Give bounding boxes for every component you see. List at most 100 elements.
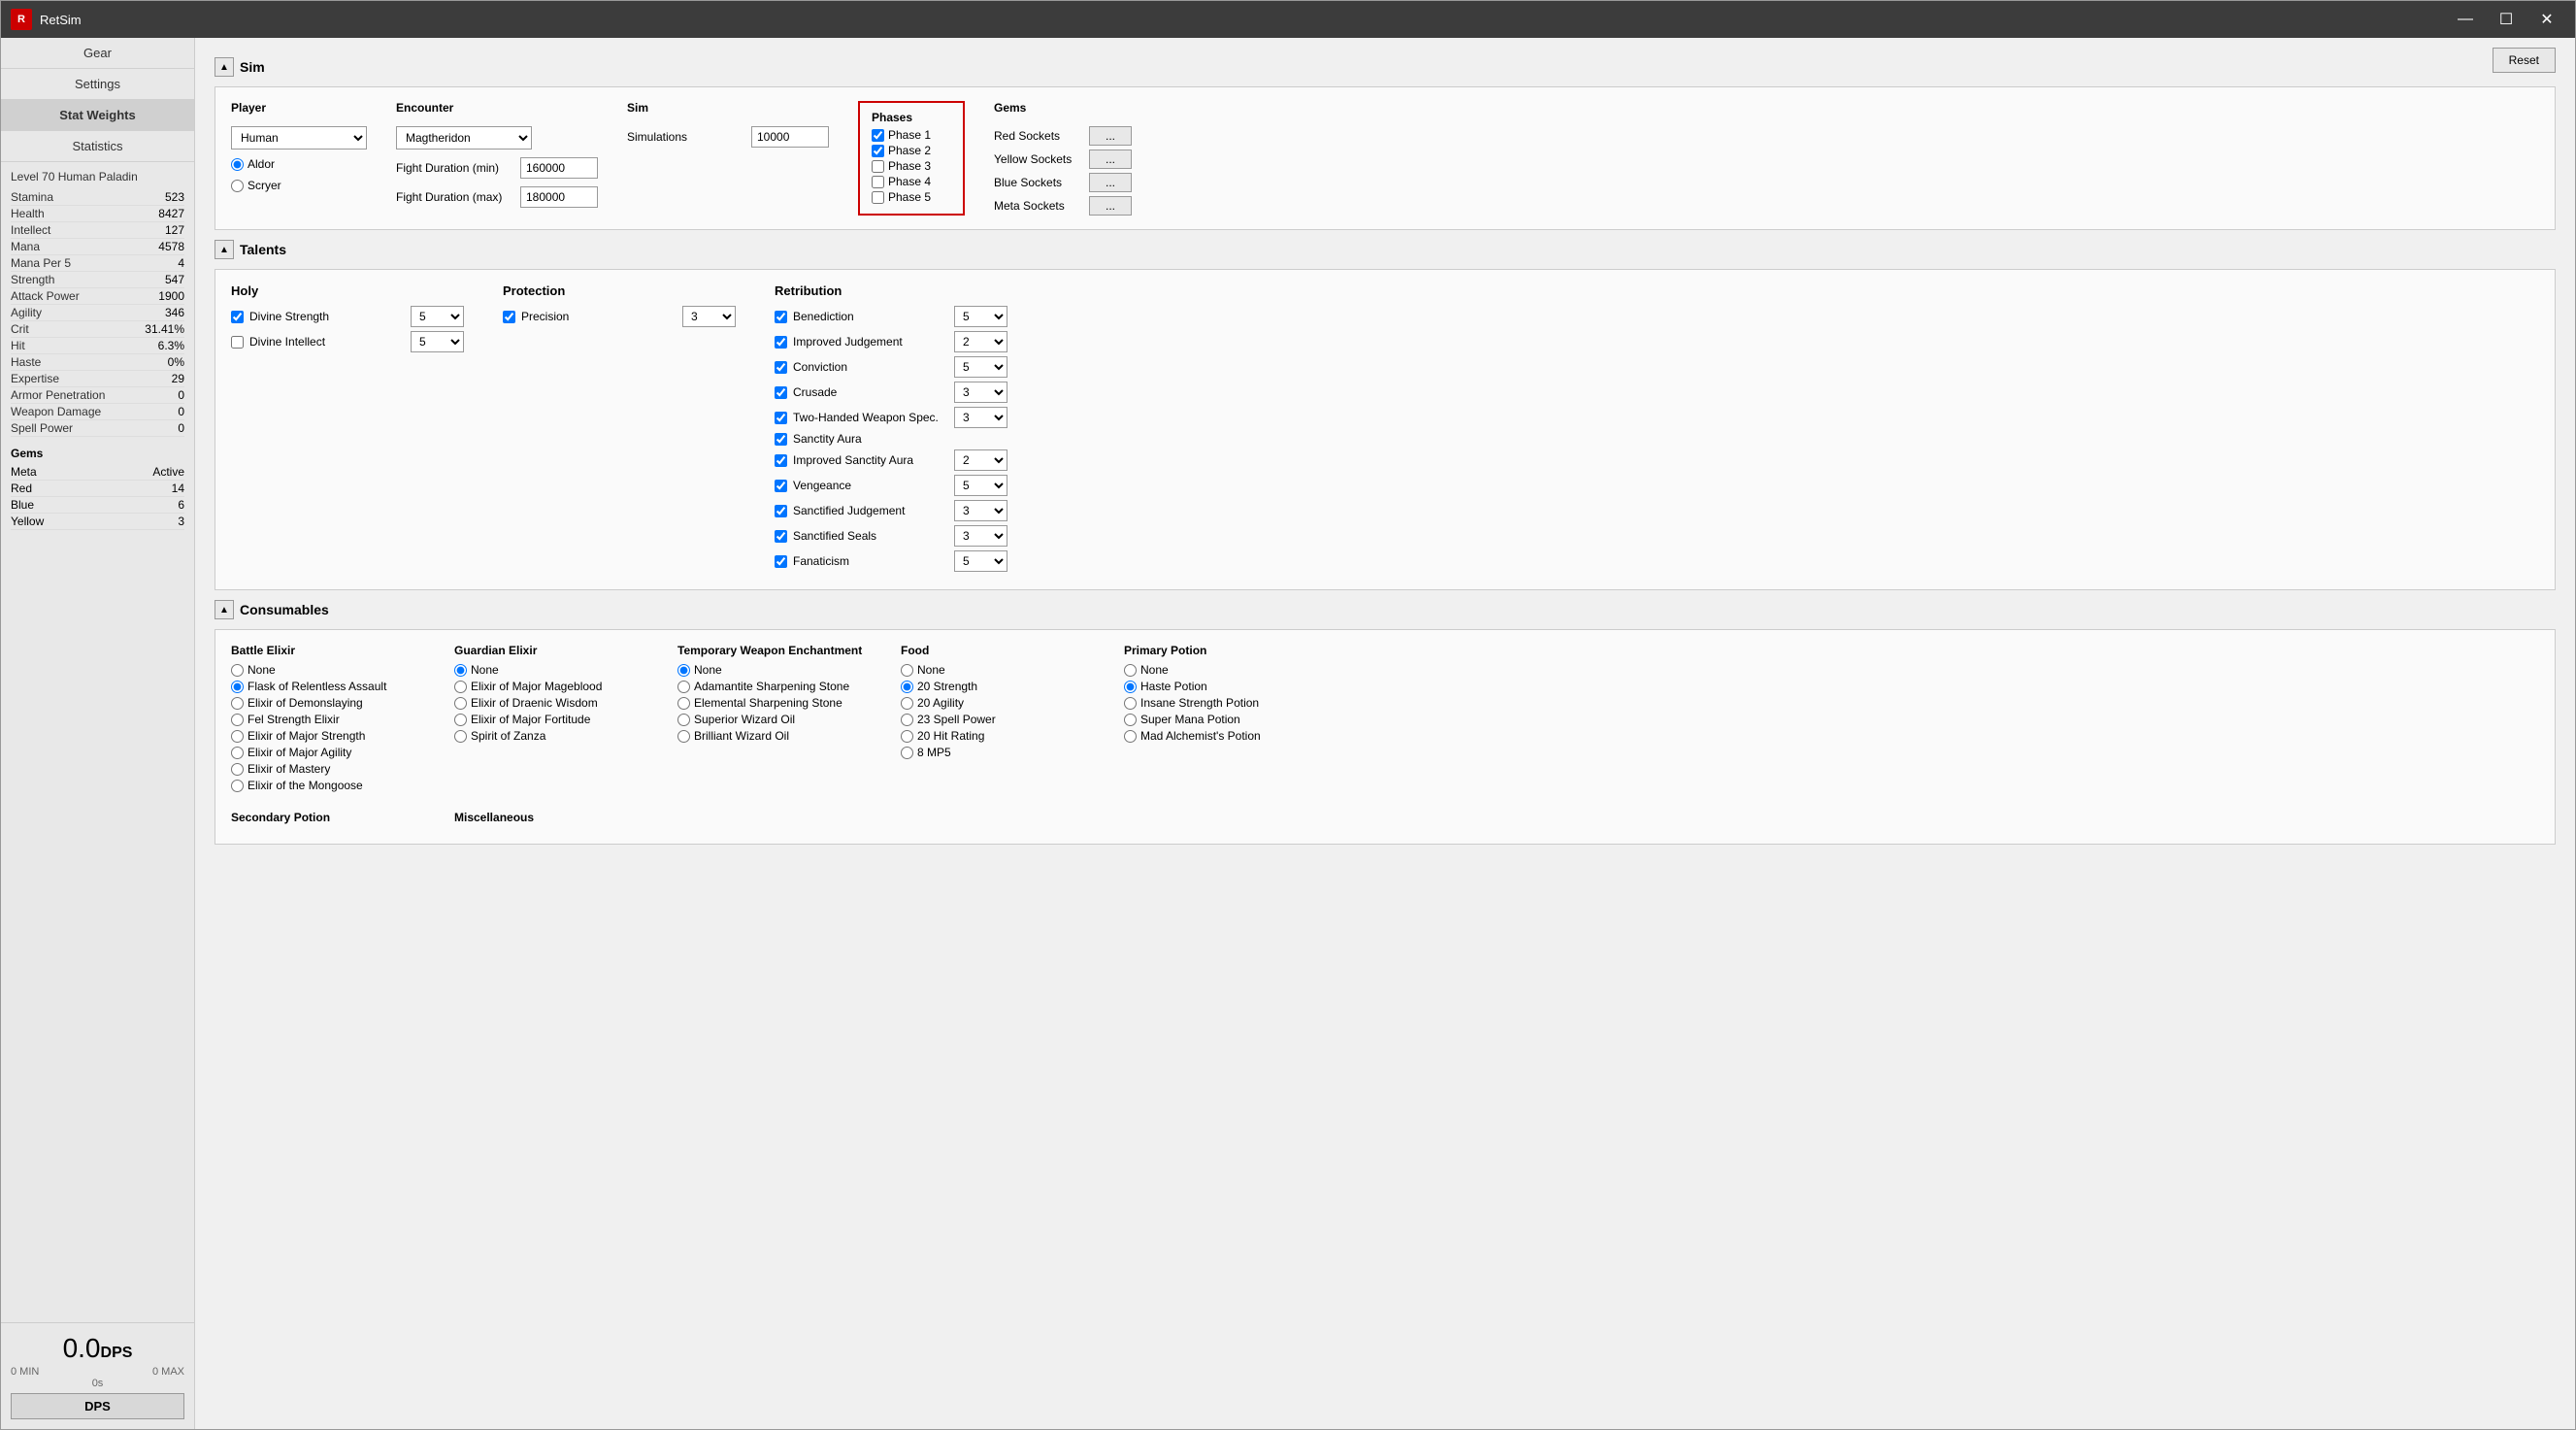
- fanaticism-checkbox[interactable]: [775, 555, 787, 568]
- crusade-select[interactable]: 312: [954, 382, 1007, 403]
- divine-strength-select[interactable]: 51234: [411, 306, 464, 327]
- talents-toggle[interactable]: ▲: [215, 240, 234, 259]
- sanctified-judgement-select[interactable]: 312: [954, 500, 1007, 521]
- elemental-sharpening-radio[interactable]: [677, 697, 690, 710]
- super-mana-potion-radio[interactable]: [1124, 714, 1137, 726]
- sidebar-item-settings[interactable]: Settings: [1, 69, 194, 100]
- adamantite-sharpening-radio[interactable]: [677, 681, 690, 693]
- meta-sockets-button[interactable]: ...: [1089, 196, 1132, 216]
- gem-meta-row: Meta Active: [11, 464, 184, 481]
- yellow-sockets-button[interactable]: ...: [1089, 150, 1132, 169]
- reset-button[interactable]: Reset: [2493, 48, 2556, 73]
- brilliant-wizard-oil-radio[interactable]: [677, 730, 690, 743]
- primary-potion-none-radio[interactable]: [1124, 664, 1137, 677]
- elixir-demonslaying-option: Elixir of Demonslaying: [231, 696, 425, 710]
- fight-duration-max-input[interactable]: [520, 186, 598, 208]
- two-handed-weapon-spec-checkbox[interactable]: [775, 412, 787, 424]
- food-title: Food: [901, 644, 1095, 657]
- insane-strength-potion-radio[interactable]: [1124, 697, 1137, 710]
- stat-strength: Strength 547: [11, 272, 184, 288]
- protection-title: Protection: [503, 283, 736, 298]
- elixir-major-strength-option: Elixir of Major Strength: [231, 729, 425, 743]
- divine-intellect-select[interactable]: 51234: [411, 331, 464, 352]
- maximize-button[interactable]: ☐: [2488, 6, 2525, 33]
- phase-5-checkbox[interactable]: [872, 191, 884, 204]
- minimize-button[interactable]: —: [2447, 6, 2484, 33]
- battle-elixir-group: Battle Elixir None Flask of Relentless A…: [231, 644, 425, 795]
- fel-strength-elixir-radio[interactable]: [231, 714, 244, 726]
- elixir-major-strength-radio[interactable]: [231, 730, 244, 743]
- food-20-hit-rating-radio[interactable]: [901, 730, 913, 743]
- divine-strength-checkbox[interactable]: [231, 311, 244, 323]
- close-button[interactable]: ✕: [2528, 6, 2565, 33]
- weapon-none-radio[interactable]: [677, 664, 690, 677]
- elixir-mongoose-radio[interactable]: [231, 780, 244, 792]
- stat-attack-power: Attack Power 1900: [11, 288, 184, 305]
- gem-yellow-row: Yellow 3: [11, 514, 184, 530]
- precision-select[interactable]: 312: [682, 306, 736, 327]
- crusade-checkbox[interactable]: [775, 386, 787, 399]
- flask-relentless-assault-radio[interactable]: [231, 681, 244, 693]
- benediction-checkbox[interactable]: [775, 311, 787, 323]
- phase-1-checkbox[interactable]: [872, 129, 884, 142]
- food-8-mp5-radio[interactable]: [901, 747, 913, 759]
- fanaticism-select[interactable]: 51234: [954, 550, 1007, 572]
- food-23-spell-power-radio[interactable]: [901, 714, 913, 726]
- precision-checkbox[interactable]: [503, 311, 515, 323]
- red-sockets-button[interactable]: ...: [1089, 126, 1132, 146]
- phase-2-checkbox[interactable]: [872, 145, 884, 157]
- stat-expertise: Expertise 29: [11, 371, 184, 387]
- sim-toggle[interactable]: ▲: [215, 57, 234, 77]
- elixir-draenic-wisdom-radio[interactable]: [454, 697, 467, 710]
- mad-alchemists-potion-radio[interactable]: [1124, 730, 1137, 743]
- elixir-demonslaying-radio[interactable]: [231, 697, 244, 710]
- consumables-toggle[interactable]: ▲: [215, 600, 234, 619]
- battle-none-radio[interactable]: [231, 664, 244, 677]
- food-20-agility-radio[interactable]: [901, 697, 913, 710]
- food-none-radio[interactable]: [901, 664, 913, 677]
- sidebar-item-statistics[interactable]: Statistics: [1, 131, 194, 162]
- elixir-mastery-radio[interactable]: [231, 763, 244, 776]
- vengeance-select[interactable]: 51234: [954, 475, 1007, 496]
- phase-3-checkbox[interactable]: [872, 160, 884, 173]
- elixir-major-mageblood-radio[interactable]: [454, 681, 467, 693]
- improved-sanctity-aura-checkbox[interactable]: [775, 454, 787, 467]
- talents-section-header: ▲ Talents: [215, 240, 2556, 259]
- sanctity-aura-checkbox[interactable]: [775, 433, 787, 446]
- vengeance-checkbox[interactable]: [775, 480, 787, 492]
- conviction-checkbox[interactable]: [775, 361, 787, 374]
- improved-judgement-checkbox[interactable]: [775, 336, 787, 349]
- aldor-radio[interactable]: [231, 158, 244, 171]
- sidebar-item-stat-weights[interactable]: Stat Weights: [1, 100, 194, 131]
- sanctified-judgement-checkbox[interactable]: [775, 505, 787, 517]
- elixir-major-agility-radio[interactable]: [231, 747, 244, 759]
- guardian-none-radio[interactable]: [454, 664, 467, 677]
- encounter-select[interactable]: Magtheridon Gruul: [396, 126, 532, 150]
- elixir-major-fortitude-radio[interactable]: [454, 714, 467, 726]
- fight-duration-min-input[interactable]: [520, 157, 598, 179]
- benediction-select[interactable]: 51234: [954, 306, 1007, 327]
- titlebar: R RetSim — ☐ ✕: [1, 1, 2575, 38]
- sanctified-seals-checkbox[interactable]: [775, 530, 787, 543]
- haste-potion-radio[interactable]: [1124, 681, 1137, 693]
- elixir-mongoose-option: Elixir of the Mongoose: [231, 779, 425, 792]
- sanctified-seals-select[interactable]: 312: [954, 525, 1007, 547]
- dps-button[interactable]: DPS: [11, 1393, 184, 1419]
- player-select[interactable]: Human Dwarf Draenei: [231, 126, 367, 150]
- spirit-of-zanza-radio[interactable]: [454, 730, 467, 743]
- blue-sockets-button[interactable]: ...: [1089, 173, 1132, 192]
- two-handed-weapon-spec-select[interactable]: 312: [954, 407, 1007, 428]
- secondary-potion-group: Secondary Potion: [231, 811, 425, 830]
- sidebar-item-gear[interactable]: Gear: [1, 38, 194, 69]
- primary-potion-none-option: None: [1124, 663, 1318, 677]
- conviction-select[interactable]: 51234: [954, 356, 1007, 378]
- food-20-strength-radio[interactable]: [901, 681, 913, 693]
- improved-judgement-select[interactable]: 21: [954, 331, 1007, 352]
- divine-intellect-checkbox[interactable]: [231, 336, 244, 349]
- gem-blue-row: Blue 6: [11, 497, 184, 514]
- simulations-input[interactable]: [751, 126, 829, 148]
- superior-wizard-oil-radio[interactable]: [677, 714, 690, 726]
- phase-4-checkbox[interactable]: [872, 176, 884, 188]
- improved-sanctity-aura-select[interactable]: 21: [954, 449, 1007, 471]
- scryer-radio[interactable]: [231, 180, 244, 192]
